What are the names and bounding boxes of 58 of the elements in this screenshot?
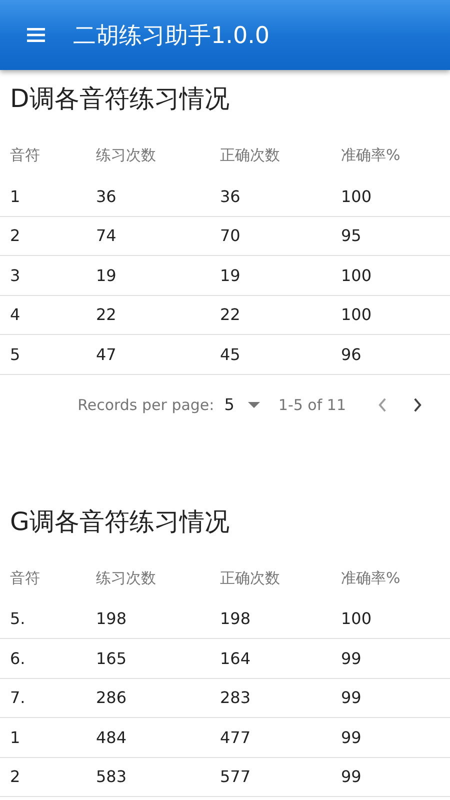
table-cell-text: 70 — [220, 226, 242, 246]
table-cell-text: 100 — [341, 305, 373, 324]
table-cell-text: 283 — [220, 688, 252, 708]
table-cell-text: 45 — [220, 344, 242, 364]
chevron-left-icon — [378, 398, 387, 412]
table-cell-text: 577 — [220, 767, 252, 786]
table-cell-text: 36 — [96, 186, 118, 206]
page-range: 1-5 of 11 — [278, 396, 346, 414]
column-header: 正确次数 — [220, 146, 281, 165]
table-cell-text: 99 — [341, 688, 362, 708]
table-cell-text: 4 — [10, 305, 22, 324]
table-cell-text: 6. — [10, 648, 26, 668]
table-cell-text: 99 — [341, 767, 362, 786]
column-header: 音符 — [10, 568, 41, 588]
column-header: 准确率% — [341, 568, 402, 588]
table-cell-text: 19 — [220, 266, 242, 285]
table-cell-text: 5 — [10, 344, 22, 364]
table-cell-text: 100 — [341, 266, 373, 285]
column-header: 练习次数 — [96, 568, 157, 588]
table-cell-text: 2 — [10, 226, 22, 246]
rows-per-page-label: Records per page: — [78, 396, 214, 414]
table-cell-text: 99 — [341, 648, 362, 668]
table-cell-text: 47 — [96, 344, 118, 364]
app-title: 二胡练习助手1.0.0 — [73, 22, 270, 50]
menu-icon[interactable] — [27, 28, 45, 42]
table-cell-text: 484 — [96, 728, 128, 747]
table-cell-text: 36 — [220, 186, 242, 206]
table-cell-text: 2 — [10, 767, 22, 786]
column-header: 练习次数 — [96, 146, 157, 165]
table-cell-text: 198 — [96, 609, 128, 628]
table-cell-text: 198 — [220, 609, 252, 628]
table-cell-text: 164 — [220, 648, 252, 668]
table-cell-text: 22 — [96, 305, 118, 324]
table-cell-text: 22 — [220, 305, 242, 324]
column-header: 音符 — [10, 146, 41, 165]
table-cell-text: 7. — [10, 688, 26, 708]
table-cell-text: 100 — [341, 186, 373, 206]
column-header: 正确次数 — [220, 568, 281, 588]
table-cell-text: 165 — [96, 648, 128, 668]
column-header: 准确率% — [341, 146, 402, 165]
table-cell-text: 1 — [10, 186, 22, 206]
section-heading: D调各音符练习情况 — [9, 83, 230, 115]
table-cell-text: 95 — [341, 226, 362, 246]
table-cell-text: 74 — [96, 226, 118, 246]
table-cell-text: 286 — [96, 688, 128, 708]
caret-icon — [248, 402, 260, 408]
table-cell-text: 99 — [341, 728, 362, 747]
table-cell-text: 19 — [96, 266, 118, 285]
table-cell-text: 96 — [341, 344, 362, 364]
section-heading: G调各音符练习情况 — [9, 506, 230, 538]
table-cell-text: 100 — [341, 609, 373, 628]
chevron-right-icon — [413, 398, 422, 412]
table-cell-text: 583 — [96, 767, 128, 786]
table-cell-text: 477 — [220, 728, 252, 747]
table-cell-text: 3 — [10, 266, 22, 285]
rows-per-page-select[interactable]: 5 — [224, 395, 260, 414]
table-cell-text: 5. — [10, 609, 26, 628]
table-cell-text: 1 — [10, 728, 22, 747]
